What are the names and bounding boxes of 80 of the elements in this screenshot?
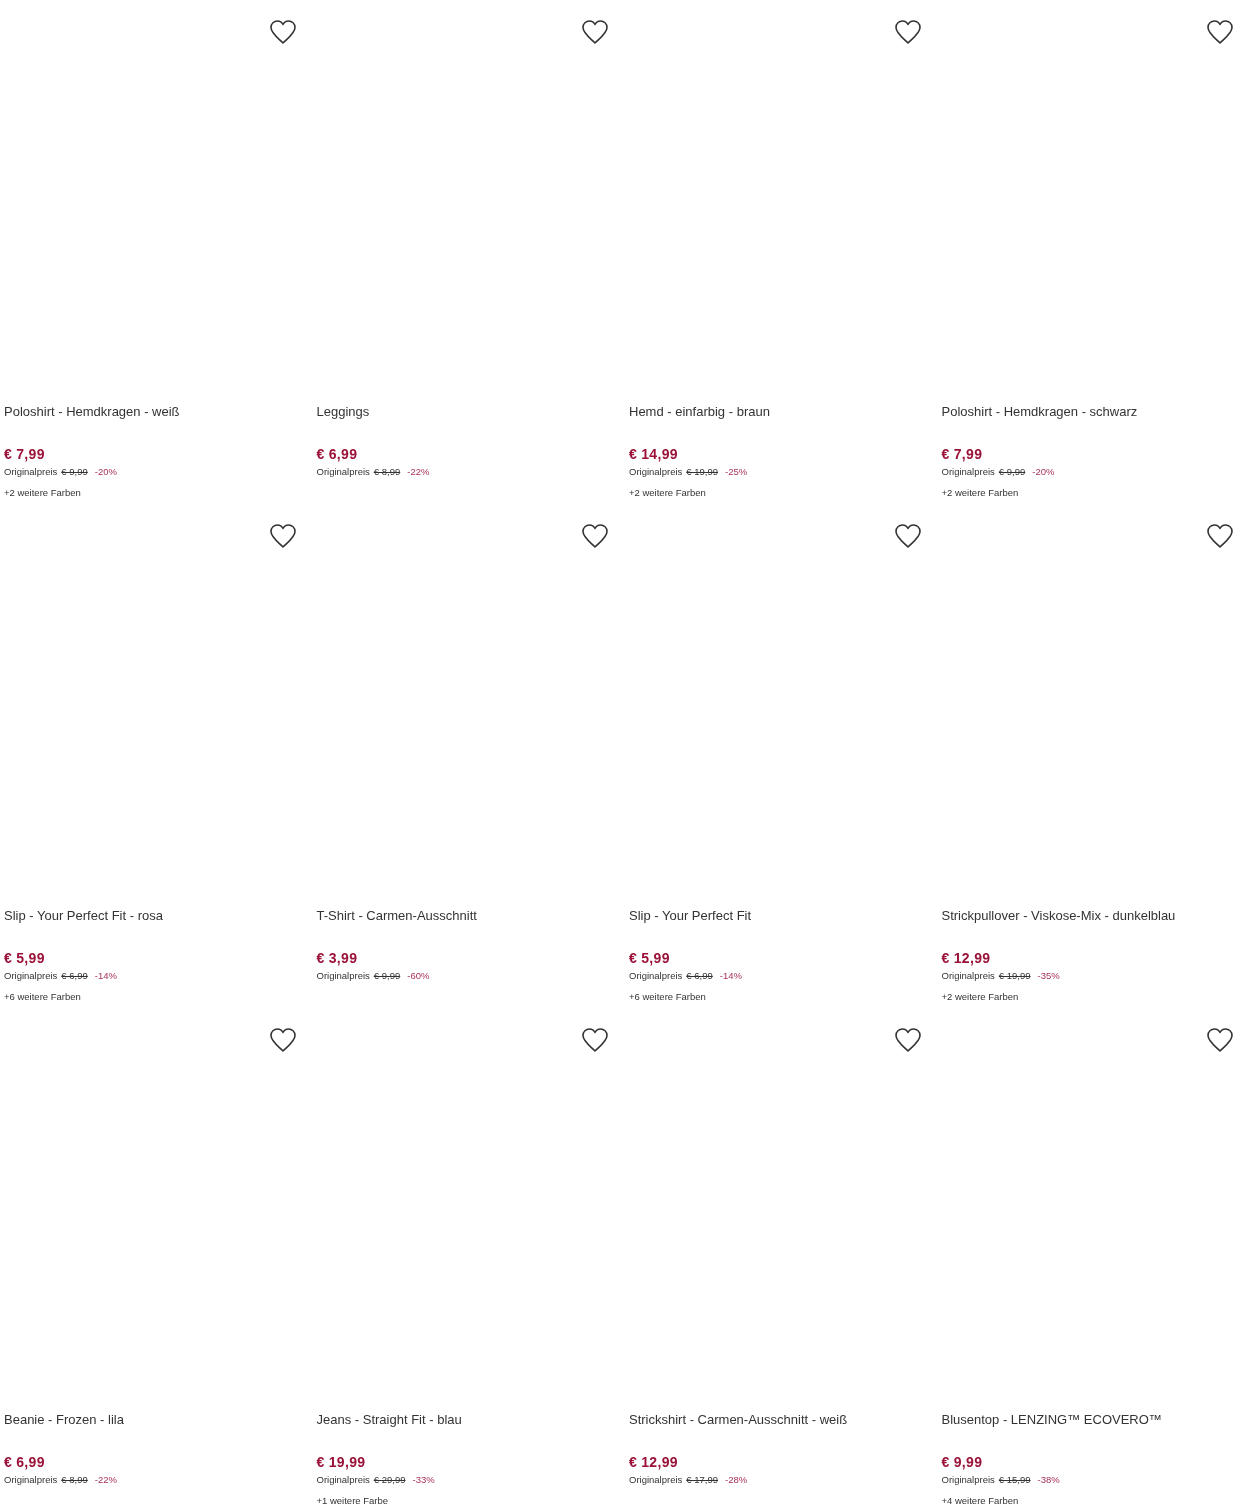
wishlist-heart-icon[interactable] xyxy=(893,523,922,549)
original-price: € 8,99 xyxy=(373,465,401,479)
product-name[interactable]: Slip - Your Perfect Fit - rosa xyxy=(4,908,309,940)
original-price: € 15,99 xyxy=(998,1473,1031,1487)
original-price: € 29,99 xyxy=(373,1473,406,1487)
discount-percent: -35% xyxy=(1037,969,1060,983)
wishlist-heart-icon[interactable] xyxy=(268,19,297,45)
discount-percent: -22% xyxy=(94,1473,117,1487)
more-colors-note: +2 weitere Farben xyxy=(941,990,1020,1004)
discount-percent: -20% xyxy=(1032,465,1055,479)
original-price-label: Originalpreis xyxy=(316,465,370,479)
sale-price: € 5,99 xyxy=(4,949,46,967)
more-colors-note: +2 weitere Farben xyxy=(4,486,82,500)
more-colors-note: +2 weitere Farben xyxy=(629,486,707,500)
discount-percent: -25% xyxy=(725,465,748,479)
product-name[interactable]: Leggings xyxy=(316,404,621,436)
wishlist-heart-icon[interactable] xyxy=(581,19,609,45)
original-price: € 6,99 xyxy=(61,969,88,983)
sale-price: € 9,99 xyxy=(941,1453,984,1471)
wishlist-heart-icon[interactable] xyxy=(581,523,609,549)
product-name[interactable]: Hemd - einfarbig - braun xyxy=(629,404,934,436)
sale-price: € 5,99 xyxy=(629,949,671,967)
original-price: € 9,99 xyxy=(61,465,88,479)
wishlist-heart-icon[interactable] xyxy=(893,19,922,45)
original-price: € 19,99 xyxy=(686,465,719,479)
discount-percent: -28% xyxy=(725,1473,748,1487)
wishlist-heart-icon[interactable] xyxy=(268,523,297,549)
wishlist-heart-icon[interactable] xyxy=(893,1027,922,1053)
sale-price: € 12,99 xyxy=(629,1453,679,1471)
product-name[interactable]: Beanie - Frozen - lila xyxy=(4,1412,309,1444)
more-colors-note: +6 weitere Farben xyxy=(629,990,707,1004)
more-colors-note: +2 weitere Farben xyxy=(941,486,1020,500)
discount-percent: -33% xyxy=(412,1473,435,1487)
sale-price: € 14,99 xyxy=(629,445,679,463)
product-name[interactable]: Strickshirt - Carmen-Ausschnitt - weiß xyxy=(629,1412,934,1444)
original-price-label: Originalpreis xyxy=(4,1473,58,1487)
discount-percent: -38% xyxy=(1037,1473,1060,1487)
original-price: € 8,99 xyxy=(61,1473,88,1487)
original-price-label: Originalpreis xyxy=(316,969,370,983)
original-price: € 19,99 xyxy=(998,969,1031,983)
original-price: € 17,99 xyxy=(686,1473,719,1487)
original-price-label: Originalpreis xyxy=(4,969,58,983)
product-name[interactable]: Blusentop - LENZING™ ECOVERO™ xyxy=(941,1412,1246,1444)
sale-price: € 12,99 xyxy=(941,949,992,967)
original-price-label: Originalpreis xyxy=(316,1473,370,1487)
product-name[interactable]: Poloshirt - Hemdkragen - weiß xyxy=(4,404,309,436)
original-price-label: Originalpreis xyxy=(941,465,995,479)
sale-price: € 3,99 xyxy=(316,949,359,967)
discount-percent: -22% xyxy=(407,465,430,479)
original-price: € 9,99 xyxy=(373,969,401,983)
more-colors-note: +1 weitere Farbe xyxy=(316,1494,390,1508)
product-name[interactable]: Poloshirt - Hemdkragen - schwarz xyxy=(941,404,1246,436)
more-colors-note: +6 weitere Farben xyxy=(4,990,82,1004)
wishlist-heart-icon[interactable] xyxy=(1206,523,1234,549)
product-name[interactable]: Slip - Your Perfect Fit xyxy=(629,908,934,940)
sale-price: € 6,99 xyxy=(4,1453,46,1471)
original-price: € 9,99 xyxy=(998,465,1026,479)
sale-price: € 6,99 xyxy=(316,445,359,463)
more-colors-note: +4 weitere Farben xyxy=(941,1494,1020,1508)
product-name[interactable]: Strickpullover - Viskose-Mix - dunkelblau xyxy=(941,908,1246,940)
wishlist-heart-icon[interactable] xyxy=(581,1027,609,1053)
wishlist-heart-icon[interactable] xyxy=(1206,1027,1234,1053)
sale-price: € 19,99 xyxy=(316,1453,367,1471)
wishlist-heart-icon[interactable] xyxy=(268,1027,297,1053)
original-price-label: Originalpreis xyxy=(4,465,58,479)
original-price-label: Originalpreis xyxy=(629,465,683,479)
discount-percent: -60% xyxy=(407,969,430,983)
original-price-label: Originalpreis xyxy=(629,969,683,983)
original-price-label: Originalpreis xyxy=(941,1473,995,1487)
original-price: € 6,99 xyxy=(686,969,713,983)
wishlist-heart-icon[interactable] xyxy=(1206,19,1234,45)
sale-price: € 7,99 xyxy=(4,445,46,463)
original-price-label: Originalpreis xyxy=(941,969,995,983)
sale-price: € 7,99 xyxy=(941,445,984,463)
discount-percent: -14% xyxy=(94,969,117,983)
discount-percent: -20% xyxy=(94,465,117,479)
original-price-label: Originalpreis xyxy=(629,1473,683,1487)
product-name[interactable]: T-Shirt - Carmen-Ausschnitt xyxy=(316,908,621,940)
product-name[interactable]: Jeans - Straight Fit - blau xyxy=(316,1412,621,1444)
discount-percent: -14% xyxy=(719,969,742,983)
